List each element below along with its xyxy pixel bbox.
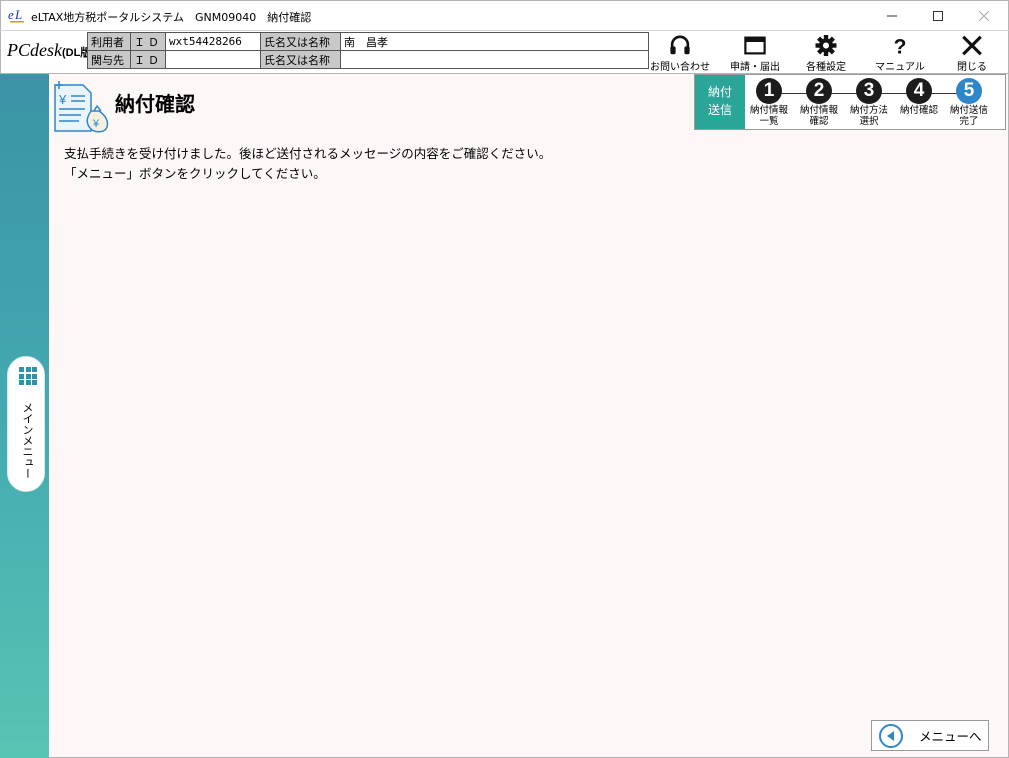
minimize-icon <box>887 15 897 17</box>
maximize-icon <box>933 11 943 21</box>
step-5: 5 納付送信 完了 <box>944 78 994 127</box>
step-1: 1 納付情報 一覧 <box>744 78 794 127</box>
close-x-icon <box>962 35 982 56</box>
related-label: 関与先 <box>87 50 131 69</box>
main-menu-label: メインメニュー <box>21 402 34 479</box>
step-number-icon: 2 <box>806 78 832 104</box>
message-line-1: 支払手続きを受け付けました。後ほど送付されるメッセージの内容をご確認ください。 <box>64 146 552 161</box>
settings-button[interactable]: 各種設定 <box>795 31 857 73</box>
contact-label: お問い合わせ <box>650 62 710 73</box>
menu-back-button[interactable]: メニューへ <box>871 720 989 751</box>
window-title: eLTAX地方税ポータルシステム GNM09040 納付確認 <box>31 11 312 24</box>
maximize-button[interactable] <box>915 1 961 31</box>
question-icon: ? <box>894 35 907 56</box>
related-id-value <box>165 50 261 69</box>
svg-text:L: L <box>14 7 22 22</box>
svg-text:e: e <box>8 7 14 22</box>
related-name-value <box>340 50 649 69</box>
payment-document-icon: ¥ ¥ <box>54 81 109 133</box>
step-number-icon: 4 <box>906 78 932 104</box>
close-icon <box>979 11 989 21</box>
related-id-label: ＩＤ <box>130 50 166 69</box>
user-name-value: 南 昌孝 <box>340 32 649 51</box>
user-info-table: 利用者 ＩＤ wxt54428266 氏名又は名称 南 昌孝 関与先 ＩＤ 氏名… <box>87 32 649 69</box>
main-content: ¥ ¥ 納付確認 支払手続きを受け付けました。後ほど送付されるメッセージの内容を… <box>49 74 1009 758</box>
related-name-label: 氏名又は名称 <box>260 50 341 69</box>
user-id-value: wxt54428266 <box>165 32 261 51</box>
main-menu-tab[interactable]: メインメニュー <box>7 356 45 492</box>
steps-label: 納付 送信 <box>695 75 745 129</box>
step-label: 納付送信 完了 <box>949 105 988 127</box>
close-app-button[interactable]: 閉じる <box>943 31 1001 73</box>
step-label: 納付確認 <box>899 105 938 116</box>
step-label: 納付方法 選択 <box>849 105 888 127</box>
step-number-icon: 1 <box>756 78 782 104</box>
progress-steps: 納付 送信 1 納付情報 一覧 2 納付情報 確認 3 納付方法 選択 4 納付確認 5 納付送信… <box>694 74 1006 130</box>
step-number-icon: 5 <box>956 78 982 104</box>
pcdesk-logo: PCdesk(DL版) <box>7 40 95 61</box>
user-label: 利用者 <box>87 32 131 51</box>
manual-button[interactable]: ? マニュアル <box>867 31 933 73</box>
step-2: 2 納付情報 確認 <box>794 78 844 127</box>
title-bar: e L eLTAX地方税ポータルシステム GNM09040 納付確認 <box>0 0 1009 30</box>
window-icon <box>744 36 766 55</box>
step-label: 納付情報 確認 <box>799 105 838 127</box>
step-label: 納付情報 一覧 <box>749 105 788 127</box>
step-4: 4 納付確認 <box>894 78 944 116</box>
step-number-icon: 3 <box>856 78 882 104</box>
headset-icon <box>670 35 690 55</box>
related-row: 関与先 ＩＤ 氏名又は名称 <box>87 50 649 69</box>
close-label: 閉じる <box>957 62 987 73</box>
step-3: 3 納付方法 選択 <box>844 78 894 127</box>
page-title: 納付確認 <box>115 92 195 116</box>
message-line-2: 「メニュー」ボタンをクリックしてください。 <box>64 166 326 181</box>
svg-text:¥: ¥ <box>92 118 100 130</box>
settings-label: 各種設定 <box>806 62 846 73</box>
user-name-label: 氏名又は名称 <box>260 32 341 51</box>
svg-text:¥: ¥ <box>58 92 67 107</box>
menu-back-label: メニューへ <box>919 729 982 744</box>
eltax-logo-icon: e L <box>8 7 24 23</box>
svg-text:?: ? <box>894 35 907 56</box>
user-id-label: ＩＤ <box>130 32 166 51</box>
minimize-button[interactable] <box>869 1 915 31</box>
logo-main-text: PCdesk <box>7 40 62 60</box>
back-arrow-icon <box>879 723 903 748</box>
user-row: 利用者 ＩＤ wxt54428266 氏名又は名称 南 昌孝 <box>87 32 649 51</box>
apply-label: 申請・届出 <box>730 62 780 73</box>
gear-icon <box>815 35 837 56</box>
manual-label: マニュアル <box>875 62 925 73</box>
window-close-button[interactable] <box>961 1 1007 31</box>
grid-menu-icon <box>19 367 37 385</box>
contact-button[interactable]: お問い合わせ <box>645 31 715 73</box>
apply-button[interactable]: 申請・届出 <box>721 31 789 73</box>
